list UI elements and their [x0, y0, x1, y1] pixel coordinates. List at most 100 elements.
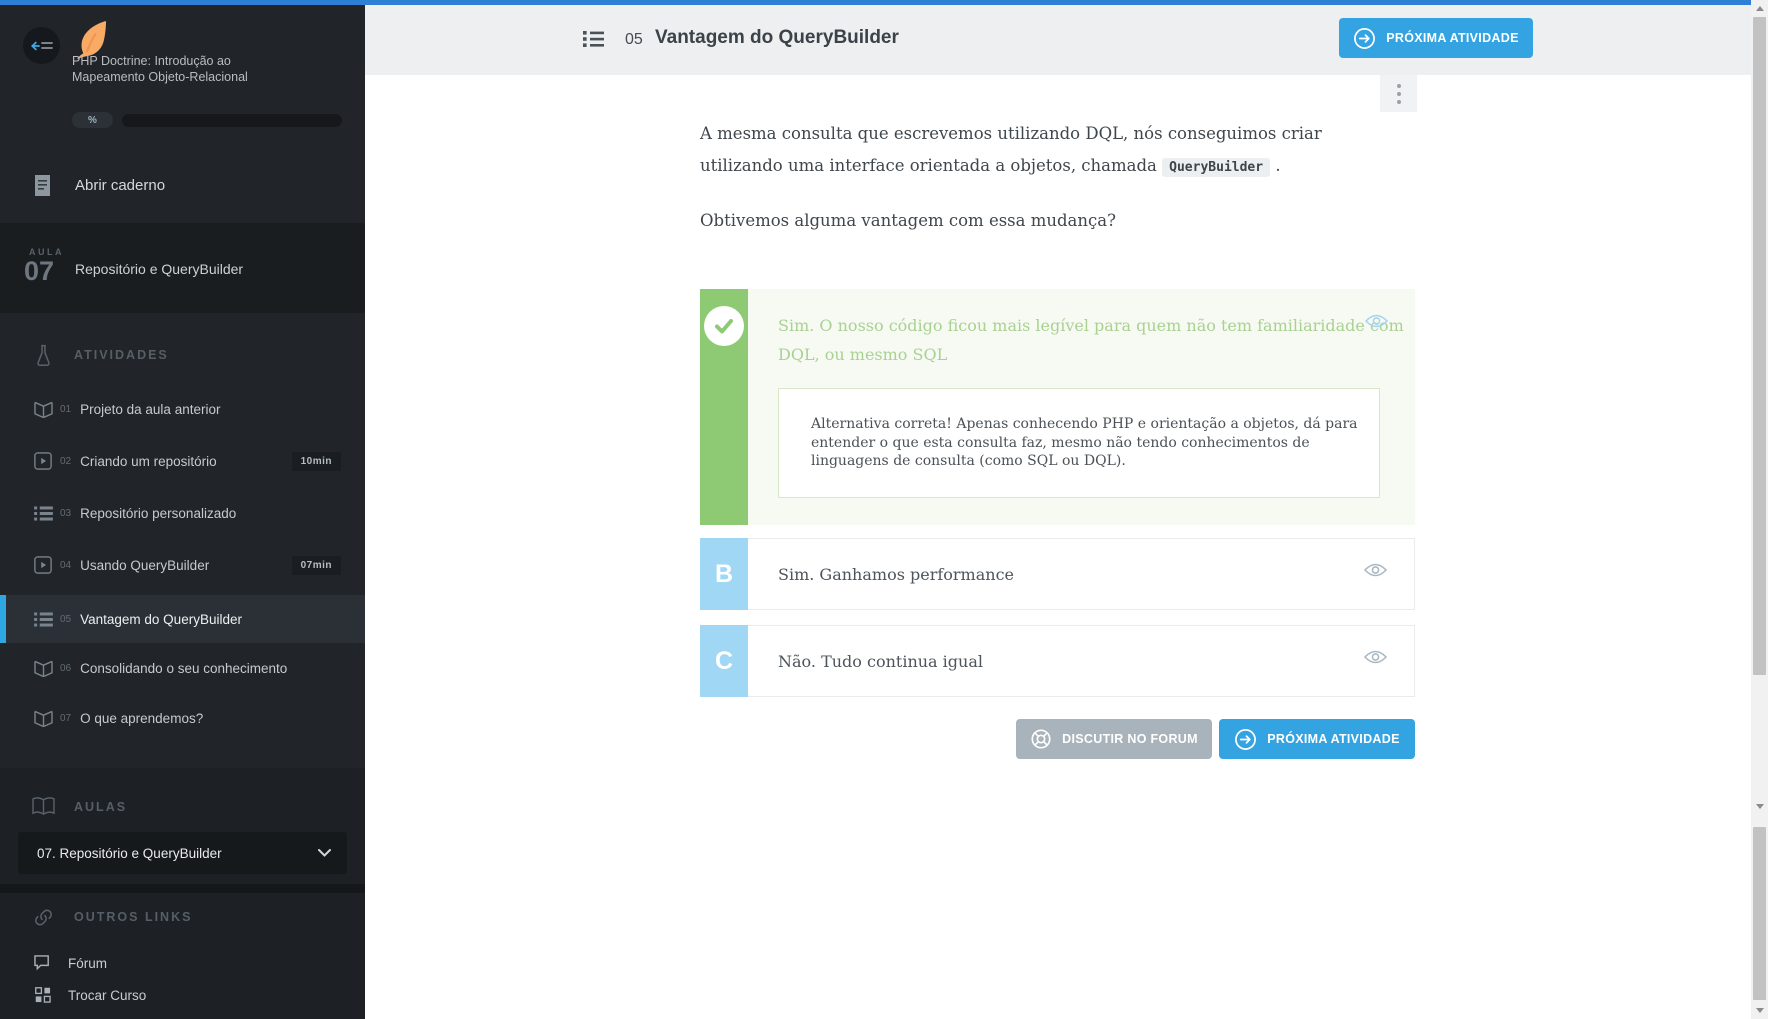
question-paragraph-2: Obtivemos alguma vantagem com essa mudan…: [700, 211, 1116, 230]
activity-number: 07: [60, 712, 72, 724]
sidebar-item-forum[interactable]: Fórum: [0, 946, 365, 980]
sidebar-item-trocar-curso[interactable]: Trocar Curso: [0, 978, 365, 1012]
current-lesson-block: AULA 07 Repositório e QueryBuilder: [0, 223, 365, 313]
next-activity-label: PRÓXIMA ATIVIDADE: [1386, 31, 1519, 45]
lesson-number: 07: [24, 256, 55, 286]
activities-section-header: ATIVIDADES: [0, 340, 365, 370]
book-icon: [33, 660, 53, 677]
activity-number: 02: [60, 455, 72, 467]
book-icon: [33, 401, 53, 418]
open-notebook-label: Abrir caderno: [75, 176, 166, 194]
progress-percent-badge: %: [72, 112, 113, 128]
scroll-up-arrow[interactable]: [1751, 0, 1768, 17]
eye-icon[interactable]: [1363, 562, 1388, 583]
link-icon: [31, 907, 55, 928]
next-activity-button-top[interactable]: PRÓXIMA ATIVIDADE: [1339, 18, 1533, 58]
answer-option-a-correct[interactable]: Sim. O nosso código ficou mais legível p…: [700, 289, 1415, 525]
open-book-icon: [31, 797, 55, 817]
check-circle: [704, 306, 744, 346]
outros-links-section-header: OUTROS LINKS: [0, 902, 365, 932]
outros-links-section-label: OUTROS LINKS: [74, 910, 193, 924]
sidebar: PHP Doctrine: Introdução ao Mapeamento O…: [0, 0, 365, 1019]
aulas-section-header: AULAS: [0, 792, 365, 822]
video-icon: [33, 452, 53, 470]
answer-text-c: Não. Tudo continua igual: [778, 651, 983, 671]
activity-label: Vantagem do QueryBuilder: [80, 611, 242, 627]
answer-option-b[interactable]: B Sim. Ganhamos performance: [700, 538, 1415, 610]
forum-label: Fórum: [68, 955, 108, 971]
scrollbar-thumb-outer[interactable]: [1753, 827, 1766, 1000]
duration-badge: 10min: [291, 451, 341, 471]
activity-label: Consolidando o seu conhecimento: [80, 660, 288, 676]
grid-icon: [33, 987, 53, 1003]
activity-number: 01: [60, 403, 72, 415]
footer-buttons: DISCUTIR NO FORUM PRÓXIMA ATIVIDADE: [700, 719, 1415, 759]
trocar-curso-label: Trocar Curso: [68, 987, 147, 1003]
activity-label: Criando um repositório: [80, 453, 217, 469]
toc-list-icon[interactable]: [583, 30, 604, 53]
sidebar-item-activity-03[interactable]: 03 Repositório personalizado: [0, 489, 365, 537]
aulas-section-label: AULAS: [74, 800, 128, 814]
answer-text-b: Sim. Ganhamos performance: [778, 564, 1014, 584]
correct-option-bar: [700, 289, 748, 525]
lesson-title: Repositório e QueryBuilder: [75, 261, 244, 277]
collapse-sidebar-button[interactable]: [23, 27, 60, 64]
duration-badge: 07min: [291, 555, 341, 575]
more-options-button[interactable]: [1380, 75, 1417, 112]
notebook-icon: [35, 174, 50, 196]
sidebar-divider: [0, 884, 365, 893]
list-icon: [33, 611, 53, 627]
video-icon: [33, 556, 53, 574]
activity-number: 05: [60, 613, 72, 625]
scroll-down-arrow[interactable]: [1751, 1002, 1768, 1019]
answer-option-c[interactable]: C Não. Tudo continua igual: [700, 625, 1415, 697]
sidebar-item-activity-04[interactable]: 04 Usando QueryBuilder 07min: [0, 541, 365, 589]
collapse-sidebar-icon: [30, 41, 53, 50]
arrow-right-circle-icon: [1354, 27, 1376, 49]
sidebar-item-activity-06[interactable]: 06 Consolidando o seu conhecimento: [0, 644, 365, 692]
activity-label: Usando QueryBuilder: [80, 557, 210, 573]
vertical-scrollbar[interactable]: [1751, 0, 1768, 1019]
activity-label: Repositório personalizado: [80, 505, 237, 521]
eye-icon[interactable]: [1364, 313, 1389, 334]
sidebar-item-activity-07[interactable]: 07 O que aprendemos?: [0, 694, 365, 742]
feedback-text: Alternativa correta! Apenas conhecendo P…: [811, 416, 1358, 469]
check-icon: [715, 319, 733, 334]
page-title: Vantagem do QueryBuilder: [655, 27, 899, 48]
sidebar-item-activity-01[interactable]: 01 Projeto da aula anterior: [0, 385, 365, 433]
book-icon: [33, 710, 53, 727]
arrow-right-circle-icon: [1235, 728, 1257, 750]
activity-number: 04: [60, 559, 72, 571]
progress-bar: [122, 114, 342, 127]
chevron-down-icon: [318, 844, 331, 862]
activity-header: 05 Vantagem do QueryBuilder PRÓXIMA ATIV…: [365, 5, 1751, 75]
discuss-forum-button[interactable]: DISCUTIR NO FORUM: [1016, 719, 1212, 759]
inline-code: QueryBuilder: [1162, 158, 1271, 177]
scroll-down-arrow-inner[interactable]: [1751, 798, 1768, 815]
discuss-forum-label: DISCUTIR NO FORUM: [1062, 732, 1198, 746]
question-paragraph-1: A mesma consulta que escrevemos utilizan…: [700, 124, 1322, 177]
activity-number-header: 05: [625, 31, 643, 48]
eye-icon[interactable]: [1363, 649, 1388, 670]
flask-icon: [31, 344, 55, 367]
kebab-icon: [1396, 83, 1401, 88]
option-letter-c: C: [700, 625, 748, 697]
open-notebook-button[interactable]: Abrir caderno: [0, 162, 365, 208]
lesson-select-value: 07. Repositório e QueryBuilder: [37, 845, 222, 861]
list-icon: [33, 505, 53, 521]
lesson-select-dropdown[interactable]: 07. Repositório e QueryBuilder: [18, 832, 347, 874]
answer-text-a: Sim. O nosso código ficou mais legível p…: [778, 316, 1404, 364]
activity-number: 03: [60, 507, 72, 519]
activities-section-label: ATIVIDADES: [74, 348, 169, 362]
next-activity-label: PRÓXIMA ATIVIDADE: [1267, 732, 1400, 746]
next-activity-button-bottom[interactable]: PRÓXIMA ATIVIDADE: [1219, 719, 1415, 759]
scrollbar-thumb-inner[interactable]: [1753, 17, 1766, 675]
sidebar-item-activity-05-current[interactable]: 05 Vantagem do QueryBuilder: [0, 595, 365, 643]
activity-number: 06: [60, 662, 72, 674]
activity-label: Projeto da aula anterior: [80, 401, 221, 417]
feedback-box: Alternativa correta! Apenas conhecendo P…: [778, 388, 1380, 498]
sidebar-item-activity-02[interactable]: 02 Criando um repositório 10min: [0, 437, 365, 485]
course-title: PHP Doctrine: Introdução ao Mapeamento O…: [72, 54, 248, 84]
life-ring-icon: [1031, 729, 1051, 749]
chat-bubble-icon: [33, 954, 53, 972]
